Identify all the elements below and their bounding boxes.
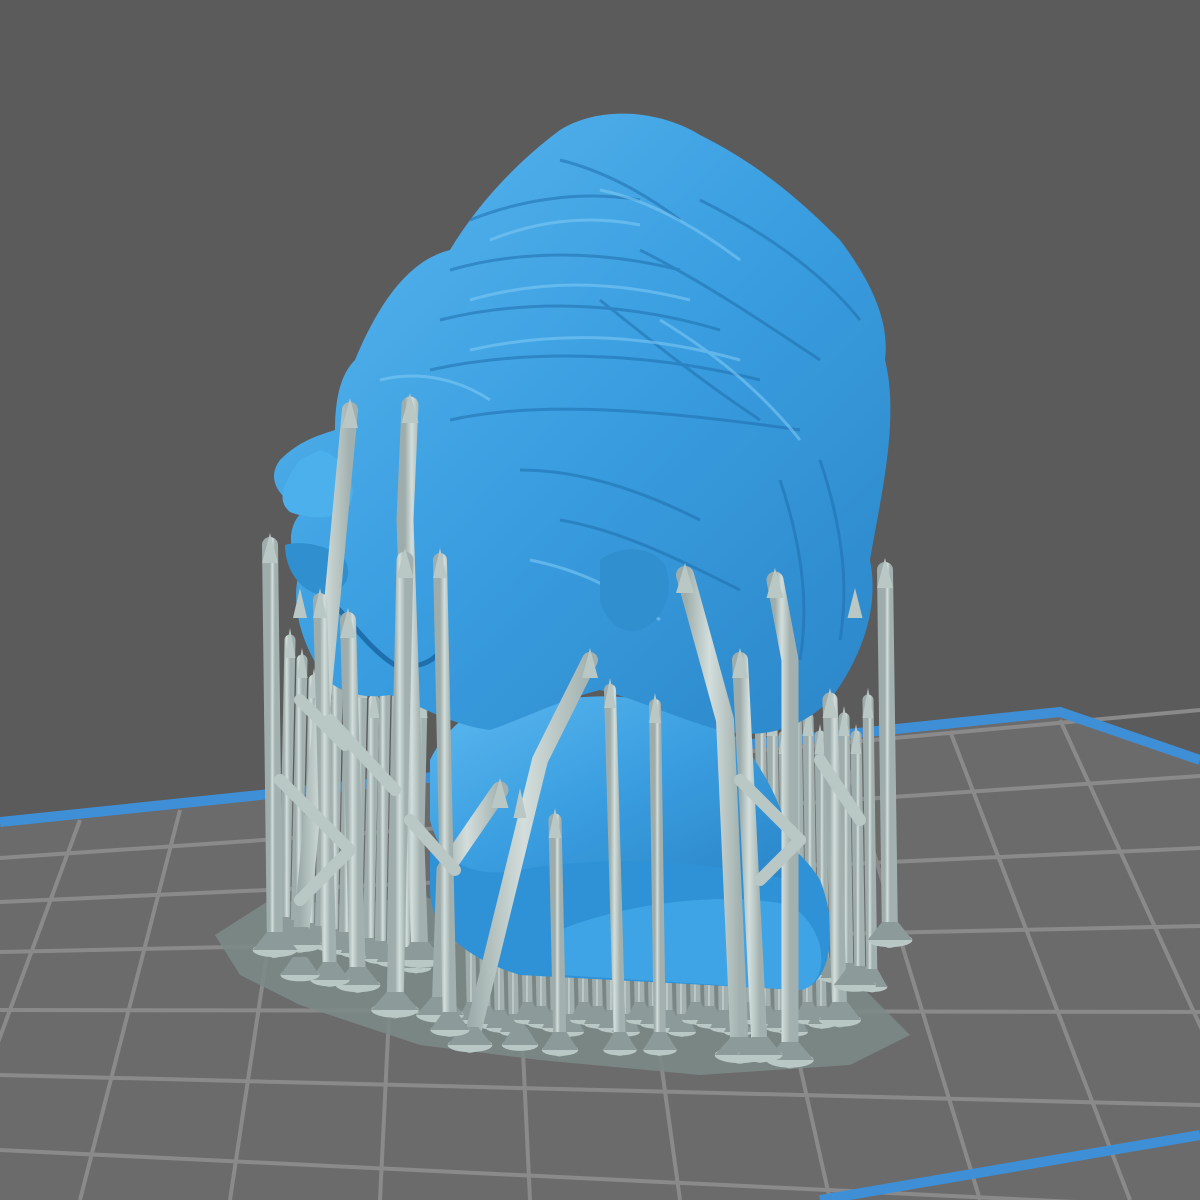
- 3d-viewport[interactable]: [0, 0, 1200, 1200]
